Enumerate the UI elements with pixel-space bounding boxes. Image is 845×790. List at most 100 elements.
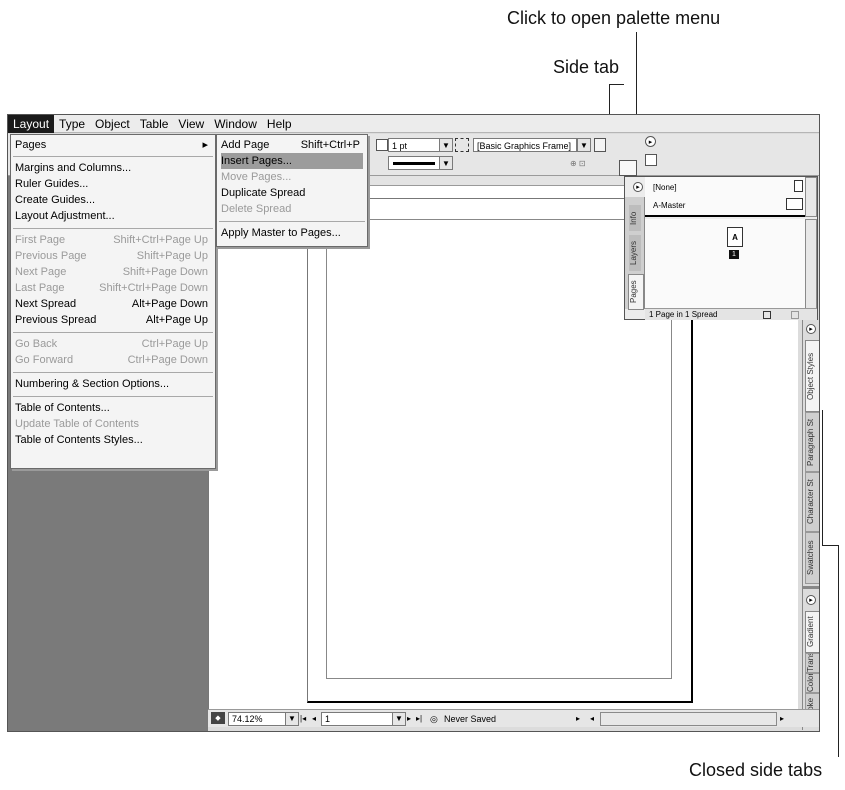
master-none[interactable]: [None]: [653, 183, 677, 192]
master-a-thumb: [786, 198, 803, 210]
menu-object[interactable]: Object: [90, 115, 135, 133]
menu-item-layout-adjustment[interactable]: Layout Adjustment...: [15, 208, 211, 224]
menu-item-table-of-contents[interactable]: Table of Contents...: [15, 400, 211, 416]
menu-item-previous-spread[interactable]: Previous Spread Alt+Page Up: [15, 312, 211, 328]
page-number-field[interactable]: 1: [321, 712, 396, 726]
stroke-swatch-box[interactable]: [376, 139, 388, 151]
pages-palette: ▸ Info Layers Pages [None] A-Master A 1 …: [624, 176, 818, 320]
wrap-icons[interactable]: ⊕ ⊡: [570, 159, 598, 169]
menu-help[interactable]: Help: [262, 115, 297, 133]
menu-item-next-spread[interactable]: Next Spread Alt+Page Down: [15, 296, 211, 312]
menu-item-next-page[interactable]: Next Page Shift+Page Down: [15, 264, 211, 280]
menu-item-numbering-section[interactable]: Numbering & Section Options...: [15, 376, 211, 392]
menu-item-toc-styles[interactable]: Table of Contents Styles...: [15, 432, 211, 448]
first-page-icon[interactable]: |◂: [300, 712, 306, 726]
palette-footer: 1 Page in 1 Spread: [645, 308, 817, 320]
frame-icon: [455, 138, 469, 152]
preflight-icon: ◎: [430, 714, 438, 724]
side-tabs-dock: ▸ Object Styles Paragraph St Character S…: [802, 320, 819, 730]
tab-transparency[interactable]: Transparency: [805, 653, 819, 673]
pages-submenu: Add Page Shift+Ctrl+P Insert Pages... Mov…: [216, 134, 368, 247]
menu-item-create-guides[interactable]: Create Guides...: [15, 192, 211, 208]
menu-item-apply-master[interactable]: Apply Master to Pages...: [221, 225, 363, 241]
stroke-weight-dropdown[interactable]: ▼: [439, 138, 453, 152]
stroke-type-dropdown[interactable]: ▼: [439, 156, 453, 170]
menu-separator: [13, 396, 213, 397]
zoom-dropdown[interactable]: ▼: [285, 712, 299, 726]
clear-overrides-icon[interactable]: [594, 138, 606, 152]
palette-scrollbar-top[interactable]: [805, 177, 817, 217]
page-number-dropdown[interactable]: ▼: [392, 712, 406, 726]
menu-item-add-page[interactable]: Add Page Shift+Ctrl+P: [221, 137, 363, 153]
menu-item-pages[interactable]: Pages ▸: [15, 137, 211, 153]
tab-object-styles[interactable]: Object Styles: [805, 340, 819, 412]
menu-item-duplicate-spread[interactable]: Duplicate Spread: [221, 185, 363, 201]
scroll-left-arrow[interactable]: ◂: [590, 712, 594, 726]
tab-info[interactable]: Info: [629, 205, 641, 231]
menu-item-margins-columns[interactable]: Margins and Columns...: [15, 160, 211, 176]
palette-menu-button[interactable]: ▸: [633, 182, 643, 192]
menu-item-go-back[interactable]: Go Back Ctrl+Page Up: [15, 336, 211, 352]
leader-closed-tabs-v: [838, 545, 839, 757]
menu-item-move-pages[interactable]: Move Pages...: [221, 169, 363, 185]
callout-closed-side-tabs: Closed side tabs: [689, 760, 823, 780]
leader-closed-tabs-h: [822, 545, 839, 546]
stroke-weight-field[interactable]: 1 pt: [388, 138, 440, 152]
menu-separator: [13, 156, 213, 157]
tab-swatches[interactable]: Swatches: [805, 532, 819, 584]
menu-item-last-page[interactable]: Last Page Shift+Ctrl+Page Down: [15, 280, 211, 296]
tab-paragraph-styles[interactable]: Paragraph St: [805, 412, 819, 472]
menu-item-delete-spread[interactable]: Delete Spread: [221, 201, 363, 217]
menu-table[interactable]: Table: [135, 115, 174, 133]
horizontal-scrollbar[interactable]: [600, 712, 777, 726]
menu-separator: [13, 228, 213, 229]
tab-color[interactable]: Color: [805, 673, 819, 693]
menu-item-ruler-guides[interactable]: Ruler Guides...: [15, 176, 211, 192]
callout-palette-menu: Click to open palette menu: [507, 8, 721, 28]
zoom-button[interactable]: ◆: [211, 712, 225, 724]
master-list: [None] A-Master: [645, 177, 805, 217]
menu-item-go-forward[interactable]: Go Forward Ctrl+Page Down: [15, 352, 211, 368]
prev-page-icon[interactable]: ◂: [312, 712, 316, 726]
palette-scrollbar[interactable]: [805, 219, 817, 309]
control-panel-menu-icon[interactable]: ▸: [645, 136, 656, 147]
object-style-dropdown[interactable]: ▼: [577, 138, 591, 152]
menu-item-first-page[interactable]: First Page Shift+Ctrl+Page Up: [15, 232, 211, 248]
menu-item-insert-pages[interactable]: Insert Pages...: [221, 153, 363, 169]
next-page-icon[interactable]: ▸: [407, 712, 411, 726]
tab-pages[interactable]: Pages: [628, 274, 644, 310]
tab-character-styles[interactable]: Character St: [805, 472, 819, 532]
new-page-icon[interactable]: [763, 311, 771, 319]
menu-layout[interactable]: Layout: [8, 115, 55, 133]
scroll-right-arrow[interactable]: ▸: [780, 712, 784, 726]
quick-apply-icon[interactable]: [619, 160, 637, 176]
zoom-field[interactable]: 74.12%: [228, 712, 289, 726]
menu-separator: [13, 332, 213, 333]
callout-side-tab: Side tab: [553, 57, 620, 77]
menu-window[interactable]: Window: [209, 115, 262, 133]
status-menu-arrow[interactable]: ▸: [576, 712, 580, 726]
page-number-label: 1: [729, 250, 739, 259]
master-a[interactable]: A-Master: [653, 201, 685, 210]
margin-guides: [326, 219, 672, 679]
dock-divider: [803, 586, 819, 589]
page-thumbnail[interactable]: A: [727, 227, 743, 247]
dock-menu-button-1[interactable]: ▸: [806, 324, 816, 334]
object-style-field[interactable]: [Basic Graphics Frame]: [473, 138, 577, 152]
menu-type[interactable]: Type: [54, 115, 90, 133]
stroke-type-field[interactable]: [388, 156, 440, 170]
menu-view[interactable]: View: [173, 115, 209, 133]
save-state-text: Never Saved: [444, 714, 497, 724]
menu-item-previous-page[interactable]: Previous Page Shift+Page Up: [15, 248, 211, 264]
last-page-icon[interactable]: ▸|: [416, 712, 422, 726]
tab-gradient[interactable]: Gradient: [805, 611, 819, 653]
leader-closed-tabs-v2: [822, 410, 823, 545]
menu-item-update-toc[interactable]: Update Table of Contents: [15, 416, 211, 432]
trash-icon[interactable]: [791, 311, 799, 319]
palette-footer-text: 1 Page in 1 Spread: [649, 310, 718, 319]
tab-layers[interactable]: Layers: [629, 235, 641, 271]
dock-menu-button-2[interactable]: ▸: [806, 595, 816, 605]
control-panel-options-icon[interactable]: [645, 154, 657, 166]
pages-area: A 1: [645, 219, 805, 309]
submenu-arrow-icon: ▸: [202, 139, 208, 151]
